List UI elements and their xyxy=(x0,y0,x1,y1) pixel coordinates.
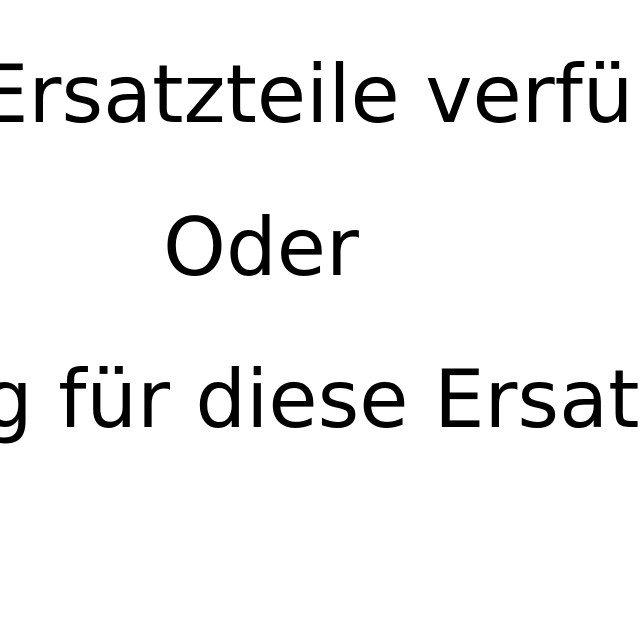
text-line-1: Ersatzteile verfü xyxy=(0,48,634,141)
text-line-2: Oder xyxy=(163,201,359,294)
text-line-3: g für diese Ersat xyxy=(0,353,640,446)
text-image-canvas: Ersatzteile verfü Oder g für diese Ersat xyxy=(0,0,640,640)
